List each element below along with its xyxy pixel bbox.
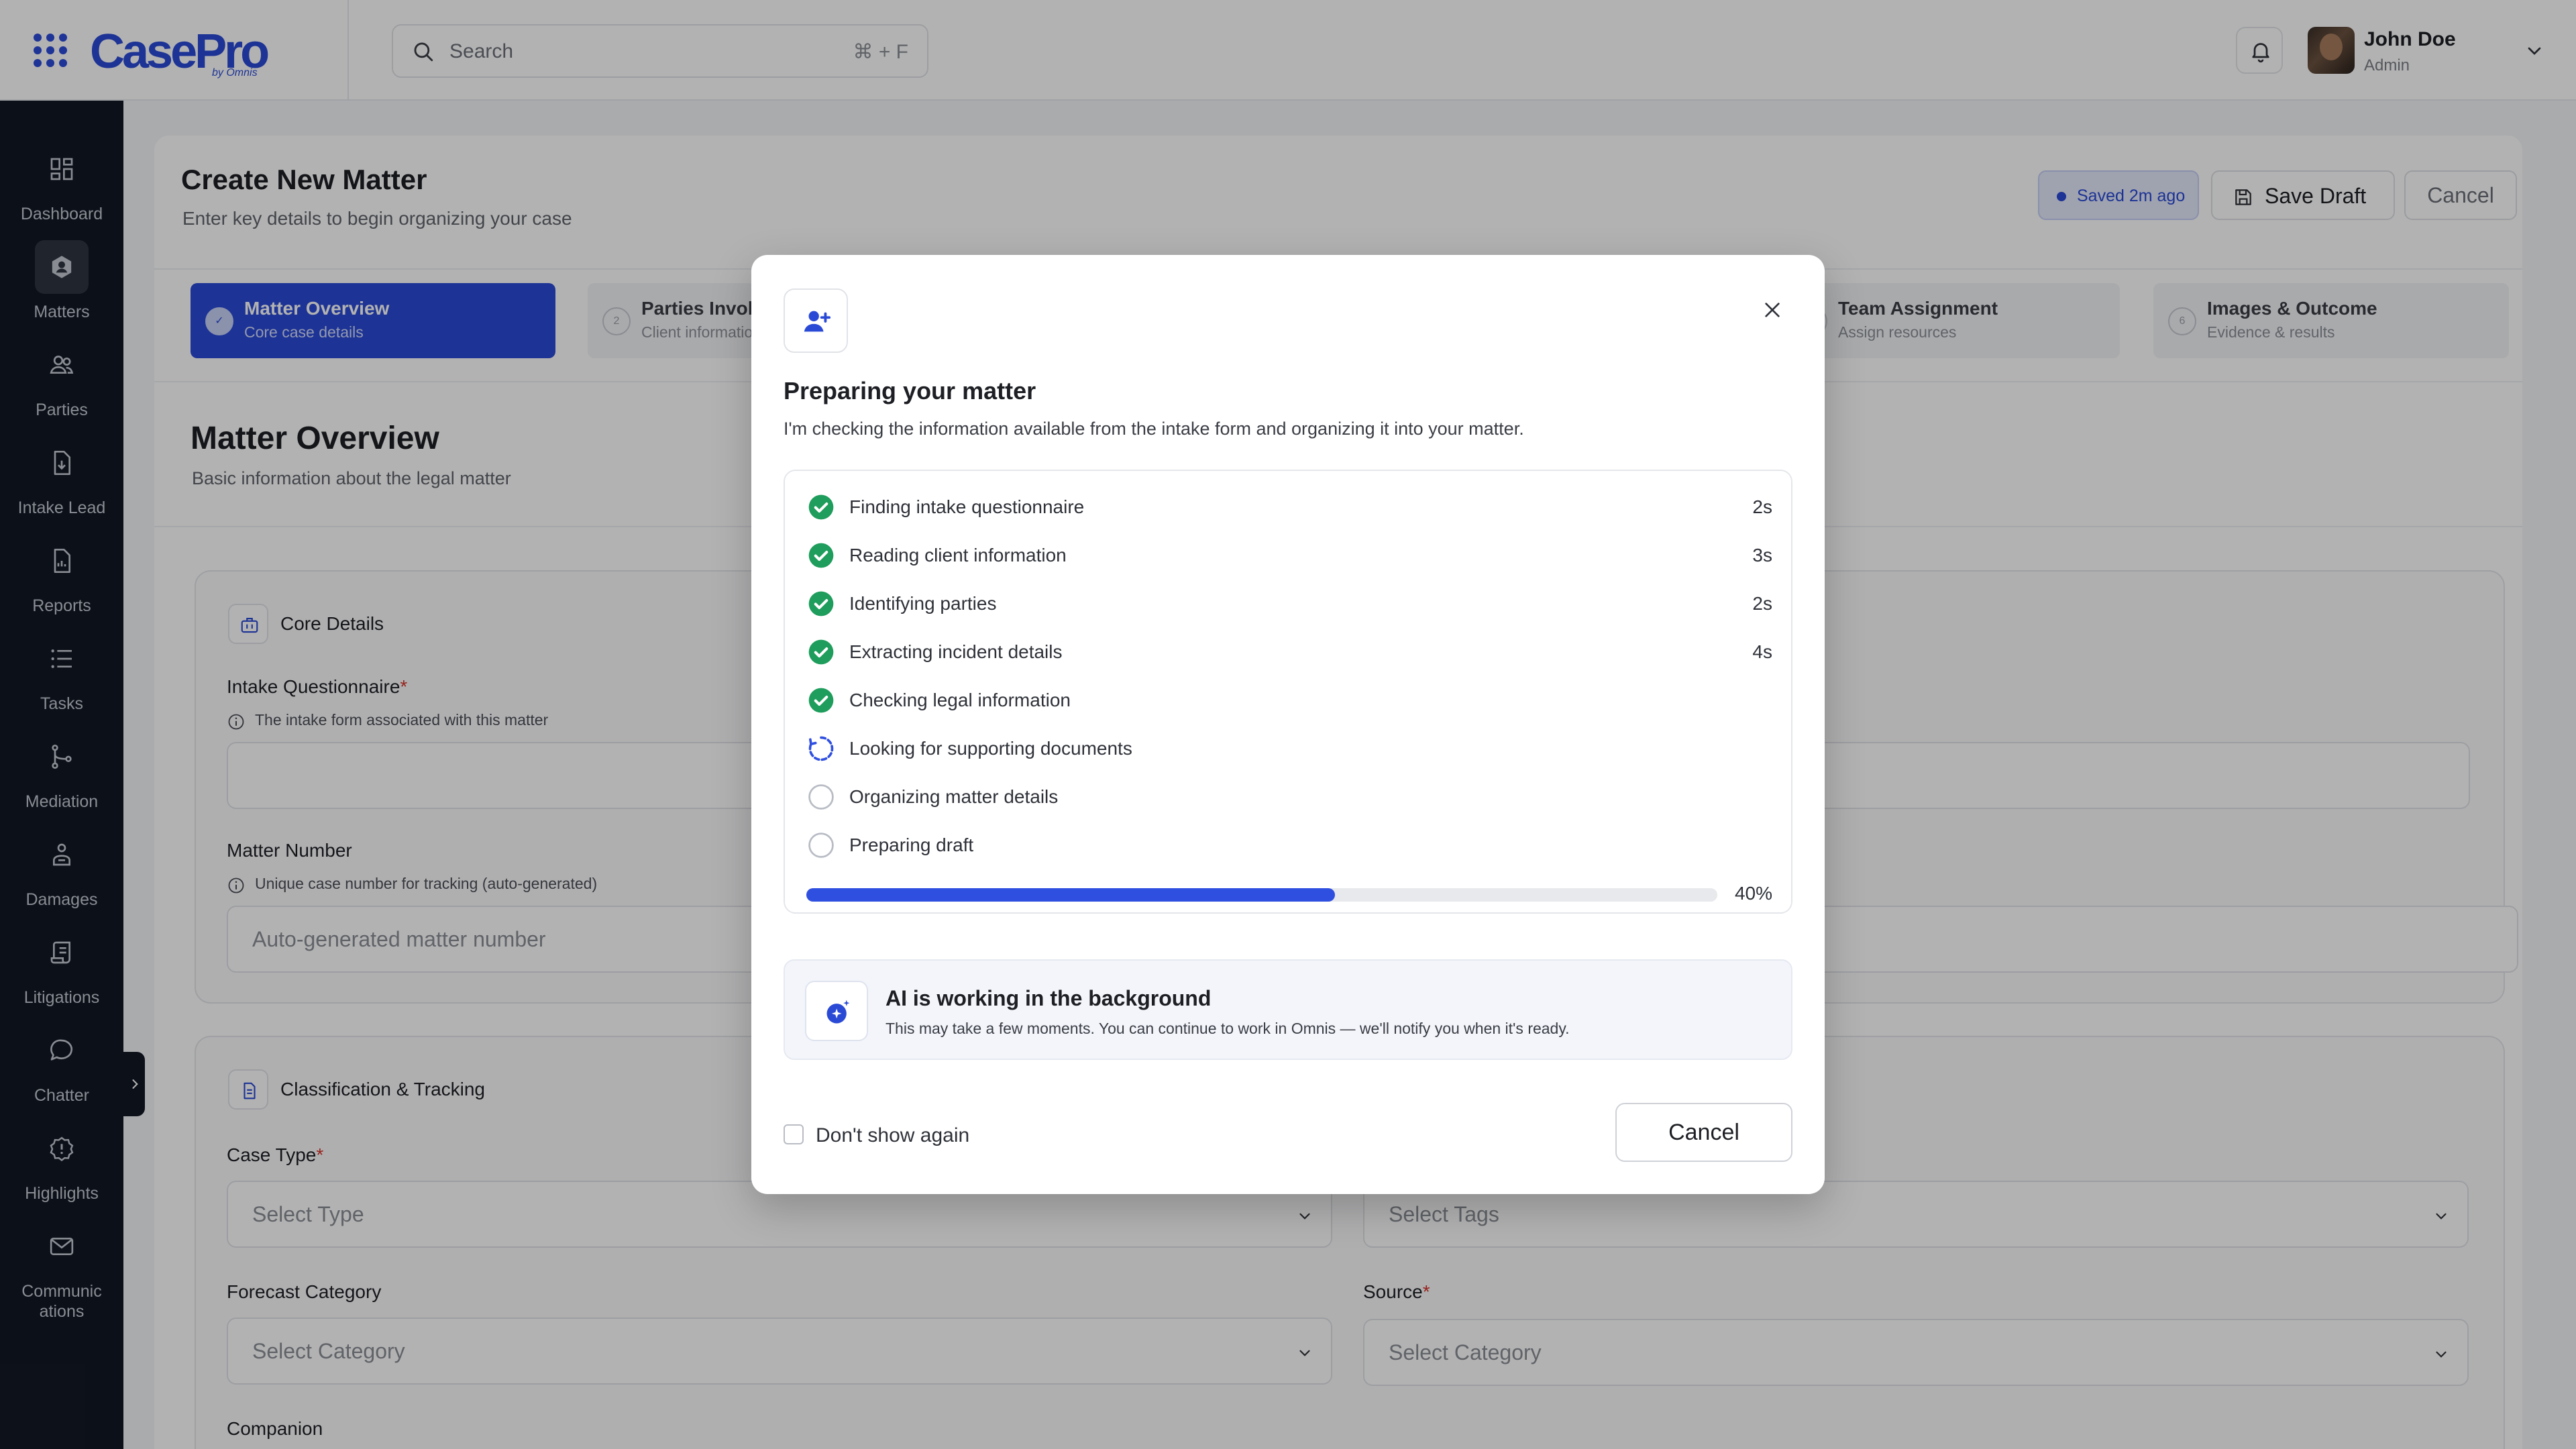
check-circle-icon [808,494,834,520]
loading-spinner-icon [808,736,834,761]
task-item: Organizing matter details [806,781,1772,813]
dont-show-again-option[interactable]: Don't show again [784,1122,1065,1148]
modal-title: Preparing your matter [784,377,1036,405]
task-item: Reading client information 3s [806,539,1772,572]
task-name: Finding intake questionnaire [849,496,1085,517]
ai-sparkle-icon [805,981,868,1041]
task-item: Looking for supporting documents [806,733,1772,765]
task-duration: 2s [1752,593,1772,614]
task-item: Preparing draft [806,829,1772,861]
task-list: Finding intake questionnaire 2s Reading … [784,470,1792,914]
pending-circle-icon [808,784,834,810]
task-duration: 3s [1752,545,1772,566]
task-duration: 2s [1752,496,1772,517]
progress-bar [806,888,1717,902]
dont-show-again-checkbox[interactable] [784,1124,804,1144]
progress-bar-fill [806,888,1335,902]
close-button[interactable] [1754,291,1791,329]
task-duration: 4s [1752,641,1772,662]
task-name: Extracting incident details [849,641,1063,662]
close-icon [1765,303,1780,317]
dont-show-again-label[interactable]: Don't show again [816,1124,969,1147]
task-item: Finding intake questionnaire 2s [806,491,1772,523]
pending-circle-icon [808,833,834,858]
check-circle-icon [808,688,834,713]
check-circle-icon [808,639,834,665]
check-circle-icon [808,543,834,568]
ai-notice-title: AI is working in the background [885,986,1212,1010]
task-name: Organizing matter details [849,786,1059,807]
check-circle-icon [808,591,834,616]
progress-label: 40% [1734,883,1772,904]
modal-description: I'm checking the information available f… [784,419,1524,439]
ai-background-notice: AI is working in the background This may… [784,959,1792,1060]
task-name: Reading client information [849,545,1067,566]
task-item: Checking legal information [806,684,1772,716]
ai-notice-description: This may take a few moments. You can con… [885,1020,1570,1037]
task-name: Preparing draft [849,835,974,855]
task-name: Identifying parties [849,593,997,614]
task-item: Identifying parties 2s [806,588,1772,620]
user-add-icon [784,288,848,353]
preparing-matter-modal: Preparing your matter I'm checking the i… [751,255,1825,1194]
task-name: Looking for supporting documents [849,738,1132,759]
task-name: Checking legal information [849,690,1071,710]
task-item: Extracting incident details 4s [806,636,1772,668]
modal-cancel-button[interactable]: Cancel [1615,1103,1792,1162]
